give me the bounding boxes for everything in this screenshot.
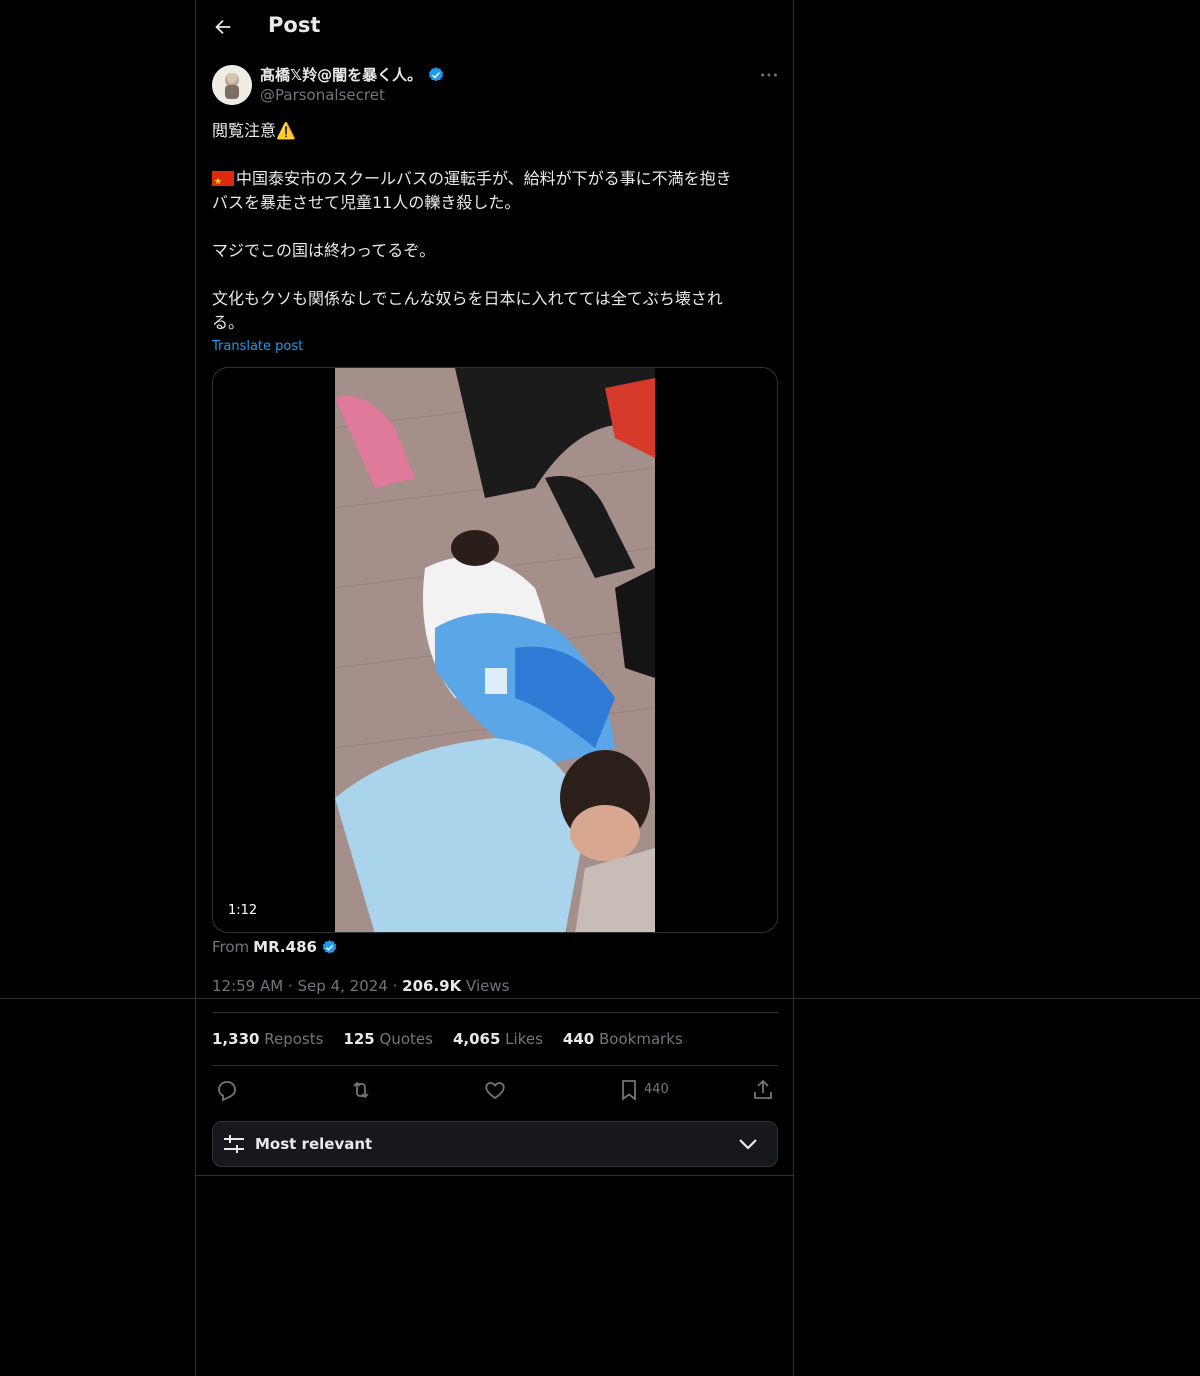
- bookmark-count: 440: [644, 1082, 669, 1097]
- more-icon[interactable]: [758, 64, 780, 86]
- bookmark-icon[interactable]: [617, 1078, 641, 1102]
- repost-icon[interactable]: [349, 1078, 373, 1102]
- post-meta: 12:59 AM · Sep 4, 2024 · 206.9K Views: [212, 977, 510, 995]
- source-account-link[interactable]: MR.486: [253, 938, 317, 956]
- divider: [212, 1012, 778, 1013]
- page-title: Post: [268, 13, 321, 37]
- post-paragraph: 中国泰安市のスクールバスの運転手が、給料が下がる事に不満を抱き バスを暴走させて…: [212, 167, 772, 215]
- post-time[interactable]: 12:59 AM: [212, 977, 283, 995]
- divider: [195, 1175, 794, 1176]
- video-player[interactable]: [212, 367, 778, 933]
- divider: [0, 998, 1200, 999]
- author-display-name[interactable]: 髙橋𝕏羚@闇を暴く人。: [260, 64, 422, 85]
- author-name-row[interactable]: 髙橋𝕏羚@闇を暴く人。: [260, 64, 445, 85]
- quotes-stat[interactable]: 125 Quotes: [343, 1030, 433, 1048]
- divider: [212, 1065, 778, 1066]
- video-frame[interactable]: [335, 368, 655, 932]
- post-date[interactable]: Sep 4, 2024: [298, 977, 388, 995]
- verified-badge-icon: [321, 939, 338, 956]
- back-arrow-icon[interactable]: [212, 16, 234, 38]
- media-source[interactable]: From MR.486: [212, 938, 338, 956]
- verified-badge-icon: [427, 66, 445, 84]
- post-text: 閲覧注意⚠️ 中国泰安市のスクールバスの運転手が、給料が下がる事に不満を抱き バ…: [212, 119, 772, 359]
- likes-stat[interactable]: 4,065 Likes: [453, 1030, 543, 1048]
- engagement-stats: 1,330 Reposts 125 Quotes 4,065 Likes 440…: [212, 1030, 683, 1048]
- avatar[interactable]: [212, 65, 252, 105]
- chevron-down-icon[interactable]: [737, 1134, 759, 1154]
- reply-icon[interactable]: [215, 1078, 239, 1102]
- post-paragraph: 文化もクソも関係なしでこんな奴らを日本に入れてては全てぶち壊され る。: [212, 289, 723, 332]
- china-flag-icon: [212, 170, 234, 194]
- translate-post-link[interactable]: Translate post: [212, 339, 303, 354]
- post-paragraph: マジでこの国は終わってるぞ。: [212, 241, 436, 260]
- video-duration: 1:12: [222, 902, 264, 919]
- author-handle[interactable]: @Parsonalsecret: [260, 86, 385, 104]
- sort-selected-label[interactable]: Most relevant: [255, 1135, 372, 1153]
- views-label: Views: [466, 977, 510, 995]
- views-count: 206.9K: [402, 977, 462, 995]
- like-icon[interactable]: [483, 1078, 507, 1102]
- reposts-stat[interactable]: 1,330 Reposts: [212, 1030, 323, 1048]
- share-icon[interactable]: [751, 1078, 775, 1102]
- sliders-icon: [222, 1133, 246, 1155]
- bookmarks-stat[interactable]: 440 Bookmarks: [563, 1030, 683, 1048]
- post-paragraph: 閲覧注意⚠️: [212, 121, 296, 140]
